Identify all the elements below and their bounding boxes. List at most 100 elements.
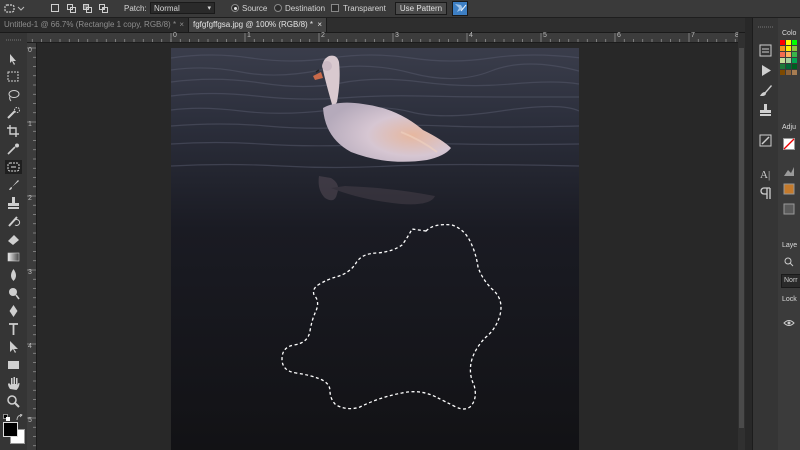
eyedropper-tool-icon[interactable] — [5, 142, 22, 156]
ruler-tick-label: 7 — [691, 32, 695, 39]
document-tabs: Untitled-1 @ 66.7% (Rectangle 1 copy, RG… — [0, 18, 745, 33]
new-selection-icon[interactable] — [50, 3, 61, 17]
history-brush-tool-icon[interactable] — [5, 214, 22, 228]
paragraph-icon[interactable] — [758, 186, 773, 201]
pen-tool-icon[interactable] — [5, 304, 22, 318]
panel-collapse-icon[interactable] — [5, 34, 22, 46]
ruler-tick-label: 2 — [28, 195, 32, 202]
shape-tool-icon[interactable] — [5, 358, 22, 372]
document-canvas[interactable] — [171, 48, 579, 450]
ruler-tick-label: 0 — [173, 32, 177, 39]
blend-mode-select[interactable]: Norr — [781, 274, 800, 288]
swatch[interactable] — [786, 46, 791, 51]
eraser-tool-icon[interactable] — [5, 232, 22, 246]
source-radio[interactable] — [231, 4, 239, 12]
character-icon[interactable]: A| — [758, 166, 773, 181]
ruler-tick-label: 6 — [617, 32, 621, 39]
path-select-tool-icon[interactable] — [5, 340, 22, 354]
swatch[interactable] — [780, 64, 785, 69]
tab-label: Untitled-1 @ 66.7% (Rectangle 1 copy, RG… — [4, 20, 177, 29]
search-icon[interactable] — [783, 256, 795, 271]
history-icon[interactable] — [758, 43, 773, 58]
ruler-tick-label: 3 — [395, 32, 399, 39]
move-tool-icon[interactable] — [5, 52, 22, 66]
patch-mode-select[interactable]: Normal ▾ — [150, 2, 215, 14]
hand-tool-icon[interactable] — [5, 376, 22, 390]
layers-panel-title: Laye — [782, 242, 798, 249]
actions-icon[interactable] — [758, 63, 773, 78]
tools-panel — [0, 33, 28, 450]
subtract-from-selection-icon[interactable] — [82, 3, 93, 17]
ruler-tick-label: 0 — [28, 47, 32, 54]
ruler-tick-label: 1 — [247, 32, 251, 39]
clone-source-icon[interactable] — [758, 103, 773, 118]
swatch[interactable] — [780, 40, 785, 45]
marquee-tool-icon[interactable] — [5, 70, 22, 84]
ruler-tick-label: 1 — [28, 121, 32, 128]
chevron-down-icon: ▾ — [207, 5, 211, 12]
gradient-tool-icon[interactable] — [5, 250, 22, 264]
no-color-icon[interactable] — [783, 138, 795, 153]
clone-stamp-tool-icon[interactable] — [5, 196, 22, 210]
transparent-checkbox[interactable] — [331, 4, 339, 12]
tab-label: fgfgfgffgsa.jpg @ 100% (RGB/8) * — [193, 20, 314, 29]
panel-collapse-icon[interactable] — [757, 21, 774, 33]
swatch[interactable] — [792, 64, 797, 69]
dodge-tool-icon[interactable] — [5, 286, 22, 300]
patch-tool-icon[interactable] — [5, 160, 22, 174]
zoom-tool-icon[interactable] — [5, 394, 22, 408]
ruler-tick-label: 2 — [321, 32, 325, 39]
swatch[interactable] — [786, 70, 791, 75]
swatch[interactable] — [792, 52, 797, 57]
swatch[interactable] — [786, 64, 791, 69]
pattern-picker-icon[interactable] — [452, 1, 470, 19]
lasso-tool-icon[interactable] — [5, 88, 22, 102]
levels-icon[interactable] — [783, 165, 795, 180]
swatch[interactable] — [792, 40, 797, 45]
swatch[interactable] — [780, 46, 785, 51]
horizontal-ruler: 0 1 2 3 4 5 6 7 8 — [27, 32, 745, 43]
quick-select-tool-icon[interactable] — [5, 106, 22, 120]
swatch[interactable] — [786, 40, 791, 45]
tab-untitled-1[interactable]: Untitled-1 @ 66.7% (Rectangle 1 copy, RG… — [0, 18, 189, 32]
add-to-selection-icon[interactable] — [66, 3, 77, 17]
close-icon[interactable]: × — [179, 18, 184, 32]
crop-tool-icon[interactable] — [5, 124, 22, 138]
swatch[interactable] — [780, 58, 785, 63]
vertical-scrollbar[interactable] — [738, 33, 745, 450]
brush-tool-icon[interactable] — [5, 178, 22, 192]
use-pattern-button[interactable]: Use Pattern — [395, 2, 447, 15]
patch-mode-value: Normal — [154, 4, 180, 13]
gradient-map-icon[interactable] — [783, 183, 795, 198]
patch-tool-preset-icon[interactable] — [3, 2, 25, 18]
swatch[interactable] — [786, 58, 791, 63]
type-tool-icon[interactable] — [5, 322, 22, 336]
close-icon[interactable]: × — [317, 18, 322, 32]
options-bar: Patch: Normal ▾ Source Destination Trans… — [0, 0, 800, 18]
destination-radio[interactable] — [274, 4, 282, 12]
adjustments-panel-title: Adju — [782, 124, 797, 131]
swatch[interactable] — [792, 46, 797, 51]
color-lookup-icon[interactable] — [783, 203, 795, 218]
source-label: Source — [242, 4, 268, 13]
vertical-ruler: 0 1 2 3 4 5 — [27, 43, 37, 450]
foreground-color-swatch[interactable] — [3, 422, 18, 437]
blend-mode-value: Norr — [784, 277, 798, 284]
transparent-label: Transparent — [343, 4, 386, 13]
intersect-selection-icon[interactable] — [98, 3, 109, 17]
blur-tool-icon[interactable] — [5, 268, 22, 282]
brush-settings-icon[interactable] — [758, 133, 773, 148]
swatches-grid[interactable] — [780, 40, 800, 102]
swatch[interactable] — [780, 70, 785, 75]
swatch[interactable] — [780, 52, 785, 57]
swatch[interactable] — [786, 52, 791, 57]
ruler-tick-label: 4 — [28, 343, 32, 350]
swatch[interactable] — [792, 58, 797, 63]
brush-presets-icon[interactable] — [758, 83, 773, 98]
swatch[interactable] — [792, 70, 797, 75]
eye-icon[interactable] — [783, 318, 795, 331]
ruler-tick-label: 3 — [28, 269, 32, 276]
tab-fgfgfgffgsa[interactable]: fgfgfgffgsa.jpg @ 100% (RGB/8) * × — [189, 18, 327, 32]
scrollbar-thumb[interactable] — [739, 48, 744, 428]
patch-label: Patch: — [124, 4, 147, 13]
